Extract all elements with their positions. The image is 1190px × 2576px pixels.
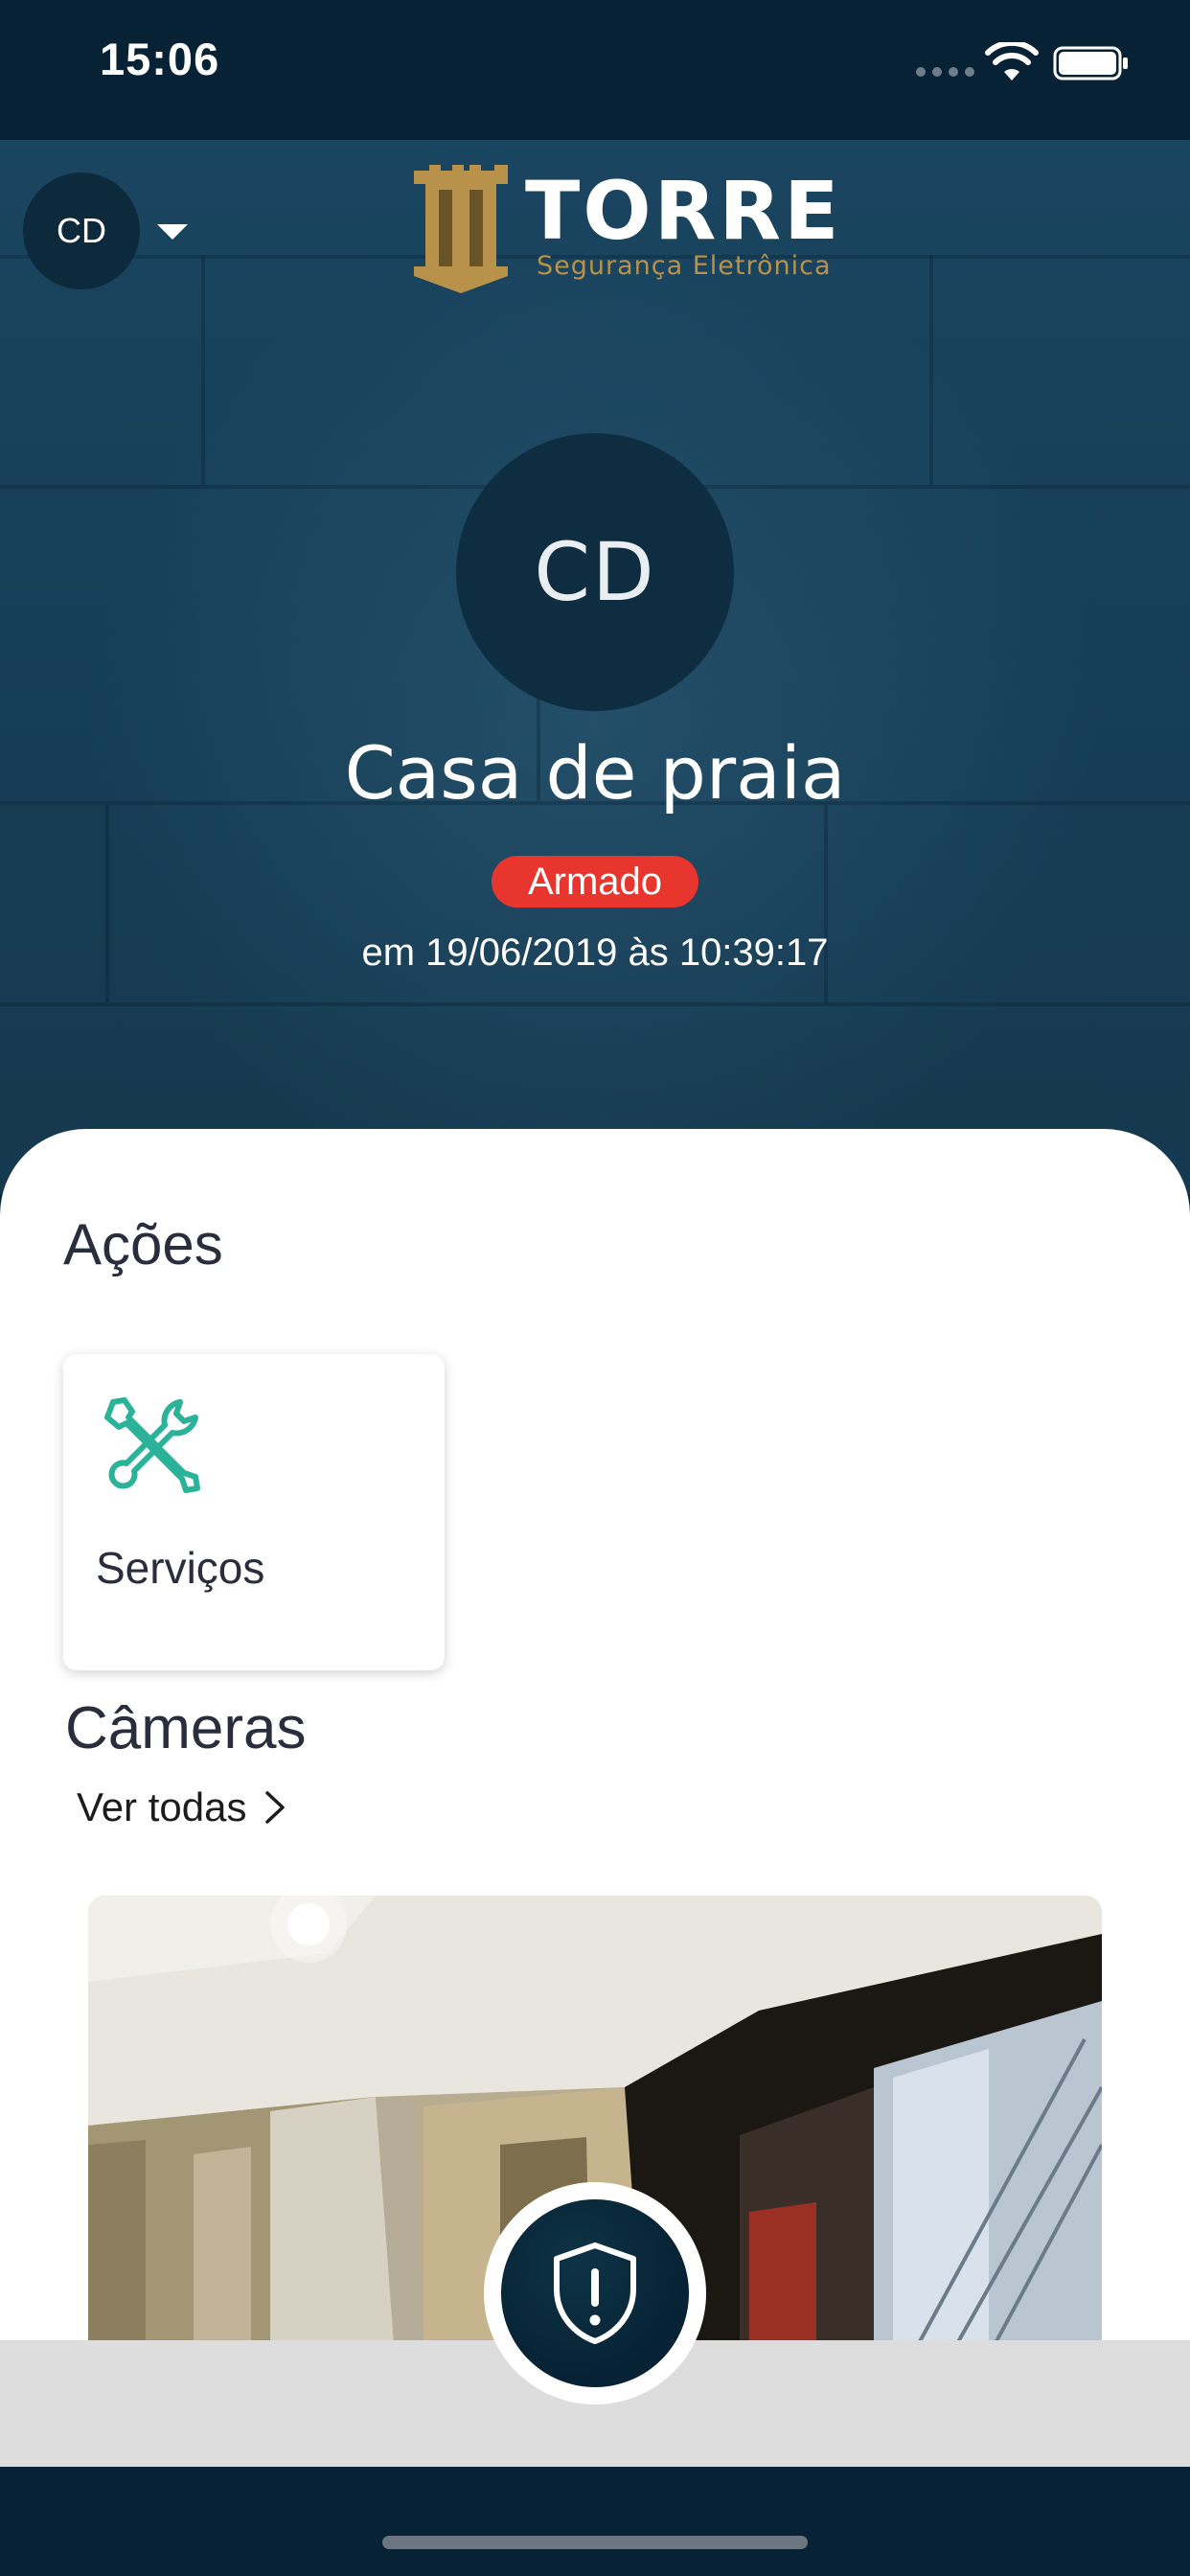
tools-icon <box>104 1397 200 1493</box>
see-all-label: Ver todas <box>77 1784 247 1829</box>
chevron-down-icon[interactable] <box>157 224 188 240</box>
status-time: 15:06 <box>100 34 220 84</box>
site-avatar: CD <box>456 433 734 711</box>
account-avatar[interactable]: CD <box>23 172 140 289</box>
panic-button-inner <box>501 2199 689 2387</box>
panic-button[interactable] <box>484 2182 706 2404</box>
torre-logo-icon <box>414 165 508 293</box>
cameras-section-title: Câmeras <box>65 1695 307 1761</box>
logo-title: TORRE <box>525 164 842 258</box>
chevron-right-icon <box>265 1791 286 1824</box>
status-badge: Armado <box>492 856 698 908</box>
home-indicator-area <box>0 2467 1190 2576</box>
status-timestamp: em 19/06/2019 às 10:39:17 <box>361 932 829 974</box>
battery-icon <box>1053 46 1128 80</box>
site-name: Casa de praia <box>344 730 846 816</box>
see-all-cameras-link[interactable]: Ver todas <box>77 1784 286 1830</box>
shield-alert-icon <box>554 2242 636 2344</box>
wifi-icon <box>985 42 1039 80</box>
cellular-signal-icon <box>916 67 974 77</box>
services-action-card[interactable]: Serviços <box>63 1354 445 1670</box>
actions-section-title: Ações <box>63 1212 223 1276</box>
home-indicator[interactable] <box>382 2536 808 2549</box>
services-label: Serviços <box>96 1543 265 1593</box>
status-bar: 15:06 <box>0 0 1190 140</box>
logo-subtitle: Segurança Eletrônica <box>537 251 832 281</box>
